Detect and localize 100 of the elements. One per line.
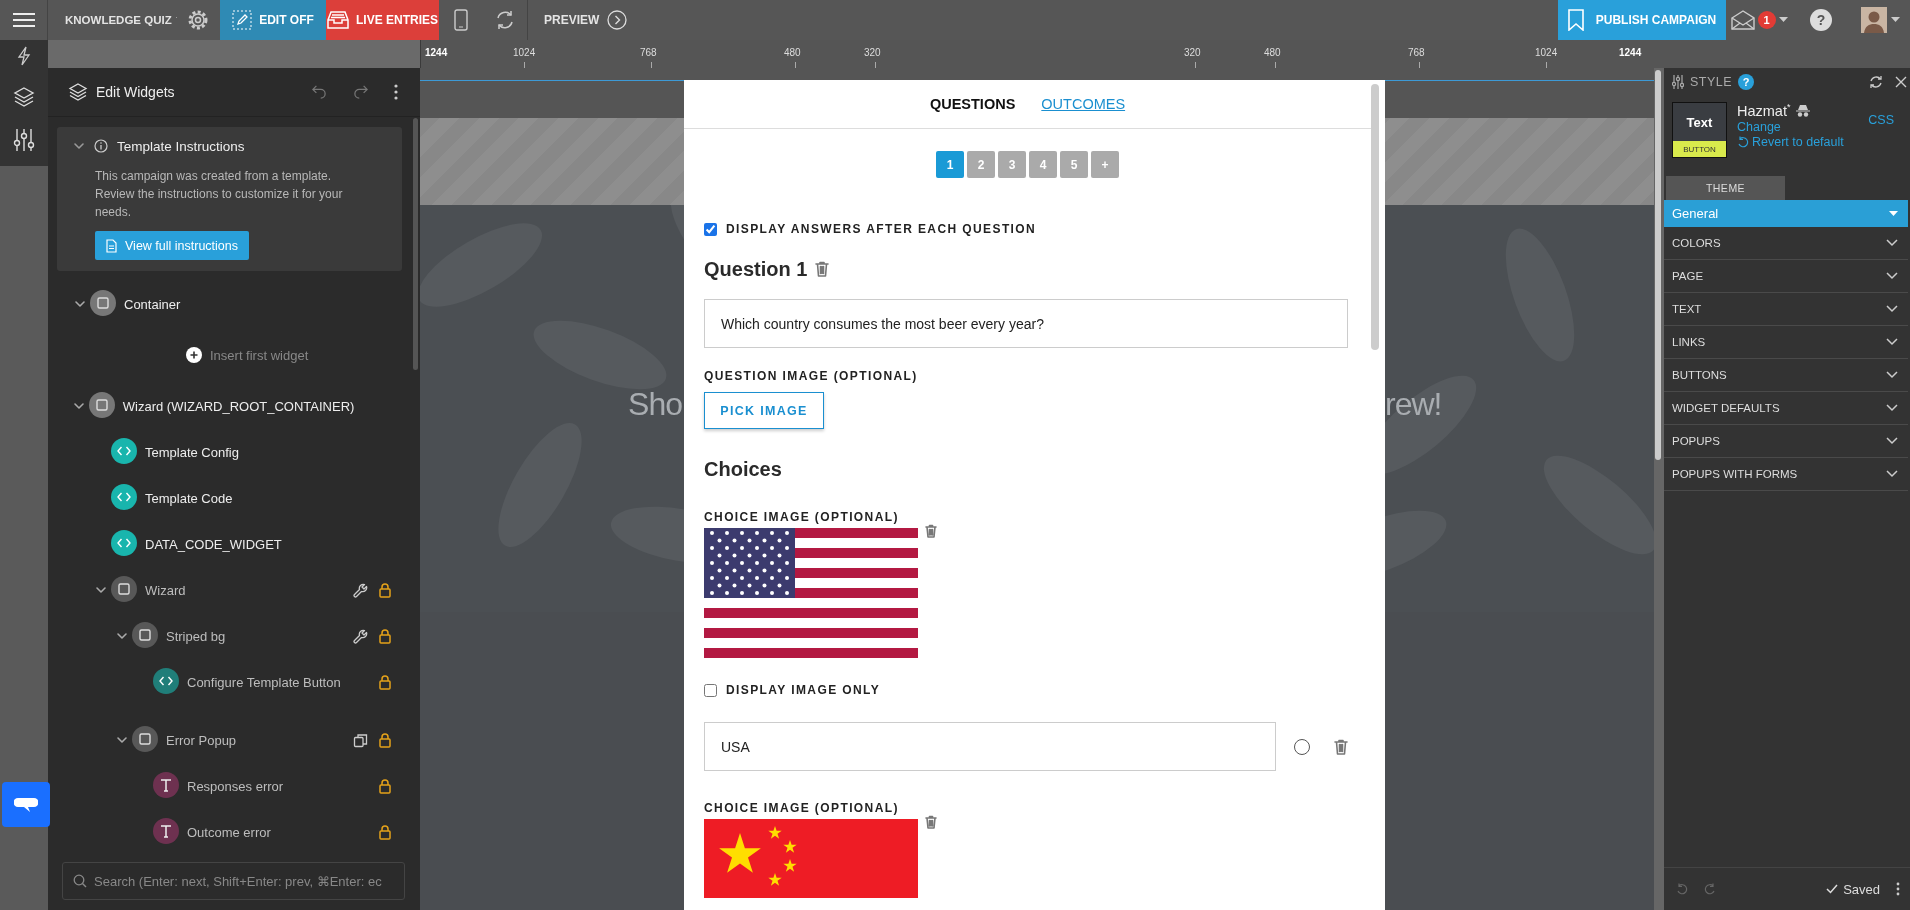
- lock-icon[interactable]: [378, 732, 392, 748]
- scrollbar[interactable]: [1655, 70, 1661, 460]
- question-heading: Question 1: [704, 257, 808, 281]
- section-header[interactable]: WIDGET DEFAULTS: [1664, 392, 1908, 425]
- ruler-label: 768: [1408, 47, 1425, 58]
- sliders-icon[interactable]: [13, 128, 35, 152]
- chevron-icon[interactable]: [115, 734, 128, 746]
- chevron-icon: [1886, 371, 1898, 379]
- lock-icon[interactable]: [378, 582, 392, 598]
- chevron-icon[interactable]: [115, 630, 128, 642]
- chevron-icon: [1886, 239, 1898, 247]
- live-entries-button[interactable]: LIVE ENTRIES: [326, 0, 439, 40]
- code-widget-icon: [153, 667, 179, 694]
- css-link[interactable]: CSS: [1868, 113, 1894, 127]
- layers-icon: [68, 82, 88, 102]
- chat-button[interactable]: [2, 782, 50, 827]
- kebab-icon: [394, 84, 398, 100]
- tree-item-label[interactable]: Template Config: [145, 444, 352, 460]
- checkbox[interactable]: [704, 683, 717, 697]
- tree-item-label[interactable]: Container: [124, 296, 352, 312]
- redo-icon: [352, 85, 370, 99]
- phone-icon: [454, 9, 468, 31]
- plus-circle-icon[interactable]: [186, 347, 202, 363]
- edit-toggle-button[interactable]: EDIT OFF: [220, 0, 326, 40]
- kebab-icon[interactable]: [1896, 882, 1900, 896]
- envelope-icon: [1730, 10, 1755, 30]
- panel-title: STYLE: [1690, 75, 1733, 89]
- chevron-icon: [1886, 305, 1898, 313]
- section-header[interactable]: POPUPS: [1664, 425, 1908, 458]
- tree-item-label[interactable]: Configure Template Button: [187, 674, 352, 690]
- answer-field[interactable]: USA: [704, 722, 1276, 771]
- section-header[interactable]: LINKS: [1664, 326, 1908, 359]
- search-icon: [73, 874, 87, 888]
- section-header[interactable]: COLORS: [1664, 227, 1908, 260]
- scrollbar[interactable]: [1371, 84, 1379, 350]
- layers-icon[interactable]: [13, 86, 35, 108]
- lock-icon[interactable]: [378, 628, 392, 644]
- tab[interactable]: THEME: [1666, 176, 1785, 200]
- section-header[interactable]: PAGE: [1664, 260, 1908, 293]
- lock-icon[interactable]: [378, 778, 392, 794]
- tree-item-label[interactable]: Outcome error: [187, 824, 352, 840]
- checkbox[interactable]: [704, 222, 717, 236]
- question-field[interactable]: Which country consumes the most beer every year?: [704, 299, 1348, 348]
- revert-link[interactable]: Revert to default: [1737, 134, 1859, 149]
- search-field[interactable]: Search (Enter: next, Shift+Enter: prev, ⌘Enter: ec: [62, 862, 405, 900]
- pencil-icon: [232, 10, 253, 30]
- tree-item-label[interactable]: DATA_CODE_WIDGET: [145, 536, 352, 552]
- tab[interactable]: OUTCOMES: [1041, 96, 1126, 112]
- scrollbar[interactable]: [413, 118, 418, 370]
- panel-title: Edit Widgets: [96, 84, 176, 100]
- notifications-button[interactable]: 1: [1726, 0, 1792, 40]
- chevron-icon[interactable]: [73, 298, 86, 310]
- ruler-label: 1024: [513, 47, 536, 58]
- tree-item-label[interactable]: Wizard: [145, 582, 352, 598]
- pick-image-button[interactable]: PICK IMAGE: [704, 392, 824, 429]
- ruler-label: 768: [640, 47, 657, 58]
- ruler-label: 1244: [425, 47, 448, 58]
- campaign-dropdown[interactable]: KNOWLEDGE QUIZ: [48, 0, 176, 40]
- notification-badge: 1: [1757, 11, 1776, 29]
- tree-item-label[interactable]: Template Code: [145, 490, 352, 506]
- check-icon: [1826, 884, 1839, 894]
- chevron-icon: [1886, 437, 1898, 445]
- tree-item-label[interactable]: Error Popup: [166, 732, 352, 748]
- wrench-icon[interactable]: [353, 628, 368, 644]
- chevron-icon: [1886, 470, 1898, 478]
- ruler-label: 320: [864, 47, 881, 58]
- bookmark-icon: [1567, 9, 1584, 31]
- section-header[interactable]: TEXT: [1664, 293, 1908, 326]
- checkbox-label: DISPLAY ANSWERS AFTER EACH QUESTION: [726, 222, 1037, 236]
- caret-icon: [1778, 17, 1788, 23]
- section-header[interactable]: BUTTONS: [1664, 359, 1908, 392]
- change-theme-link[interactable]: Change: [1737, 119, 1859, 134]
- tab[interactable]: QUESTIONS: [929, 96, 1016, 112]
- lock-icon[interactable]: [378, 674, 392, 690]
- section-header[interactable]: POPUPS WITH FORMS: [1664, 458, 1908, 491]
- tree-item-label[interactable]: Striped bg: [166, 628, 352, 644]
- trash-icon[interactable]: [1334, 738, 1348, 755]
- caret-icon: [1890, 17, 1900, 23]
- chevron-icon[interactable]: [73, 140, 85, 152]
- theme-preview[interactable]: Text BUTTON: [1672, 102, 1727, 158]
- insert-widget-link[interactable]: Insert first widget: [210, 347, 309, 363]
- wrench-icon[interactable]: [353, 582, 368, 598]
- tree-item-label[interactable]: Wizard (WIZARD_ROOT_CONTAINER): [122, 398, 355, 414]
- trash-icon[interactable]: [815, 261, 830, 277]
- copy-icon[interactable]: [353, 732, 368, 748]
- sliders-icon: [1672, 75, 1684, 89]
- chevron-icon[interactable]: [94, 584, 107, 596]
- caret-icon: [1889, 210, 1898, 217]
- lightning-icon[interactable]: [16, 46, 32, 66]
- chevron-icon: [1886, 338, 1898, 346]
- save-status: Saved: [1843, 881, 1880, 897]
- chevron-icon[interactable]: [72, 400, 85, 412]
- help-button[interactable]: ?: [1810, 9, 1832, 31]
- incognito-icon: [1796, 103, 1811, 117]
- field-label: CHOICE IMAGE (OPTIONAL): [704, 510, 900, 524]
- lock-icon[interactable]: [378, 824, 392, 840]
- code-widget-icon: [111, 437, 137, 464]
- tree-item-label[interactable]: Responses error: [187, 778, 352, 794]
- container-widget-icon: [88, 391, 115, 418]
- menu-icon: [12, 12, 35, 28]
